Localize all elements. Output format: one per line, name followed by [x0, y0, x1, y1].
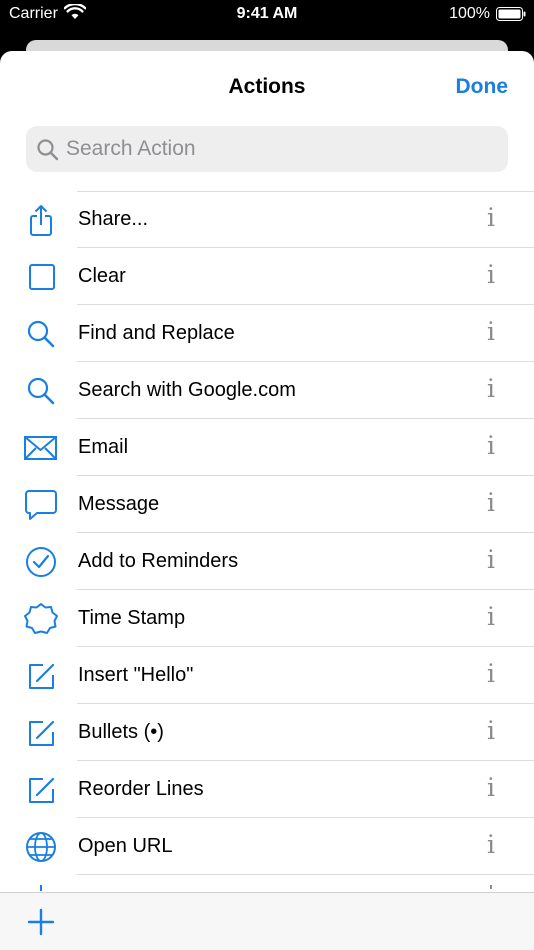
action-row[interactable]: Add to Reminders i — [0, 533, 534, 590]
add-button[interactable] — [27, 908, 55, 941]
action-row[interactable]: Clear i — [0, 248, 534, 305]
action-label: Time Stamp — [78, 607, 186, 629]
action-label: Find and Replace — [78, 322, 235, 344]
action-label: Message — [78, 493, 160, 515]
page-title: Actions — [228, 75, 306, 98]
battery-percentage: 100% — [449, 5, 490, 22]
battery-icon — [496, 7, 526, 26]
search-input[interactable] — [66, 126, 496, 172]
info-button[interactable]: i — [476, 773, 506, 802]
action-label: Open URL — [78, 835, 173, 857]
action-row[interactable]: Open URL i — [0, 818, 534, 875]
done-button[interactable]: Done — [456, 75, 509, 99]
action-label: Share... — [78, 208, 149, 230]
compose-icon — [23, 773, 59, 807]
globe-icon — [23, 830, 59, 864]
info-button[interactable]: i — [476, 374, 506, 403]
share-icon — [23, 203, 59, 237]
action-row[interactable]: Insert "Hello" i — [0, 647, 534, 704]
action-label: Add to Reminders — [78, 550, 239, 572]
search-icon — [23, 374, 59, 408]
action-label: Bullets (•) — [78, 721, 164, 743]
info-button[interactable]: i — [476, 431, 506, 460]
action-row[interactable]: Time Stamp i — [0, 590, 534, 647]
action-row[interactable]: Reorder Lines i — [0, 761, 534, 818]
action-label: Clear — [78, 265, 126, 287]
status-bar: Carrier 9:41 AM 100% — [0, 0, 534, 30]
action-row[interactable]: Email i — [0, 419, 534, 476]
envelope-icon — [23, 431, 59, 465]
search-field[interactable] — [26, 126, 508, 172]
compose-icon — [23, 716, 59, 750]
message-bubble-icon — [23, 488, 59, 522]
info-button[interactable]: i — [476, 488, 506, 517]
action-row[interactable]: Share... i — [0, 191, 534, 248]
info-button[interactable]: i — [476, 260, 506, 289]
info-button[interactable]: i — [476, 317, 506, 346]
plus-icon — [27, 908, 55, 936]
info-button[interactable]: i — [476, 716, 506, 745]
action-row[interactable]: Message i — [0, 476, 534, 533]
info-button[interactable]: i — [476, 545, 506, 574]
divider — [77, 874, 534, 875]
bottom-toolbar — [0, 892, 534, 950]
checkmark-circle-icon — [23, 545, 59, 579]
compose-icon — [23, 659, 59, 693]
info-button[interactable]: i — [476, 602, 506, 631]
search-icon — [36, 138, 60, 167]
info-button[interactable]: i — [476, 203, 506, 232]
square-icon — [23, 260, 59, 294]
action-label: Insert "Hello" — [78, 664, 194, 686]
action-label: Search with Google.com — [78, 379, 296, 401]
info-button[interactable]: i — [476, 659, 506, 688]
action-label: Email — [78, 436, 129, 458]
actions-sheet: Actions Done Share...iCleariFind and Rep… — [0, 51, 534, 950]
info-button[interactable]: i — [476, 830, 506, 859]
action-row[interactable]: Find and Replace i — [0, 305, 534, 362]
action-row[interactable]: Bullets (•) i — [0, 704, 534, 761]
seal-icon — [23, 602, 59, 636]
action-row[interactable]: Search with Google.com i — [0, 362, 534, 419]
action-label: Reorder Lines — [78, 778, 204, 800]
search-icon — [23, 317, 59, 351]
